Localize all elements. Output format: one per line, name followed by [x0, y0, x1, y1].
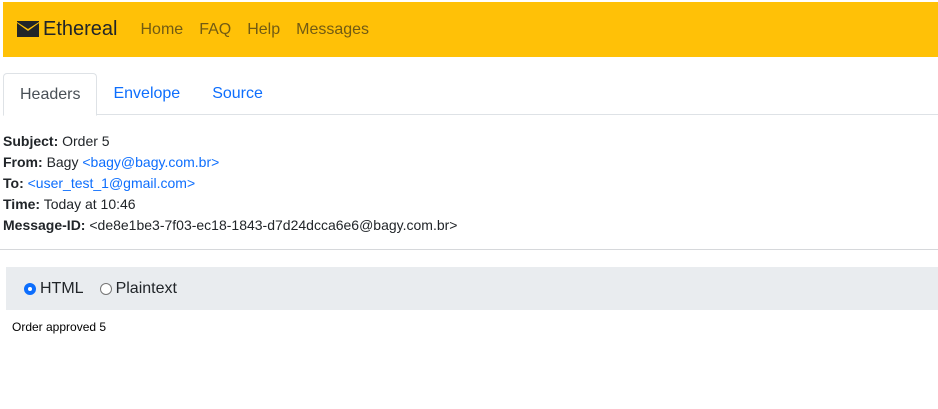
to-label: To: [3, 175, 24, 191]
message-id-label: Message-ID: [3, 217, 86, 233]
section-divider [0, 249, 938, 250]
message-id-row: Message-ID: <de8e1be3-7f03-ec18-1843-d7d… [3, 215, 457, 236]
message-id-value: <de8e1be3-7f03-ec18-1843-d7d24dcca6e6@ba… [89, 217, 458, 233]
from-email-link[interactable]: <bagy@bagy.com.br> [82, 154, 219, 170]
message-body: Order approved 5 [12, 320, 107, 334]
plaintext-radio[interactable] [99, 282, 112, 295]
format-toggle-bar: HTML Plaintext [6, 267, 938, 310]
nav-link-home[interactable]: Home [141, 21, 184, 39]
time-row: Time: Today at 10:46 [3, 194, 457, 215]
html-radio[interactable] [24, 282, 36, 295]
nav-links: Home FAQ Help Messages [141, 21, 370, 39]
tab-envelope[interactable]: Envelope [97, 73, 196, 115]
to-email-link[interactable]: <user_test_1@gmail.com> [28, 175, 196, 191]
time-label: Time: [3, 196, 41, 212]
nav-link-faq[interactable]: FAQ [199, 21, 231, 39]
format-option-plaintext[interactable]: Plaintext [99, 279, 177, 298]
envelope-icon [17, 20, 39, 39]
message-headers: Subject: Order 5 From: Bagy <bagy@bagy.c… [3, 131, 457, 236]
format-option-html[interactable]: HTML [24, 280, 84, 298]
top-navbar: Ethereal Home FAQ Help Messages [3, 2, 938, 57]
subject-value: Order 5 [62, 133, 110, 149]
from-name: Bagy [46, 154, 79, 170]
html-radio-label: HTML [40, 279, 84, 297]
brand-link[interactable]: Ethereal [17, 18, 118, 41]
from-label: From: [3, 154, 43, 170]
brand-name: Ethereal [43, 18, 118, 40]
time-value: Today at 10:46 [43, 196, 136, 212]
to-row: To: <user_test_1@gmail.com> [3, 173, 457, 194]
subject-row: Subject: Order 5 [3, 131, 457, 152]
tab-headers[interactable]: Headers [3, 73, 98, 116]
plaintext-radio-label: Plaintext [115, 279, 177, 297]
message-tabs: Headers Envelope Source [3, 73, 938, 116]
subject-label: Subject: [3, 133, 59, 149]
tab-source[interactable]: Source [196, 73, 279, 115]
nav-link-help[interactable]: Help [247, 21, 280, 39]
nav-link-messages[interactable]: Messages [296, 21, 369, 39]
from-row: From: Bagy <bagy@bagy.com.br> [3, 152, 457, 173]
